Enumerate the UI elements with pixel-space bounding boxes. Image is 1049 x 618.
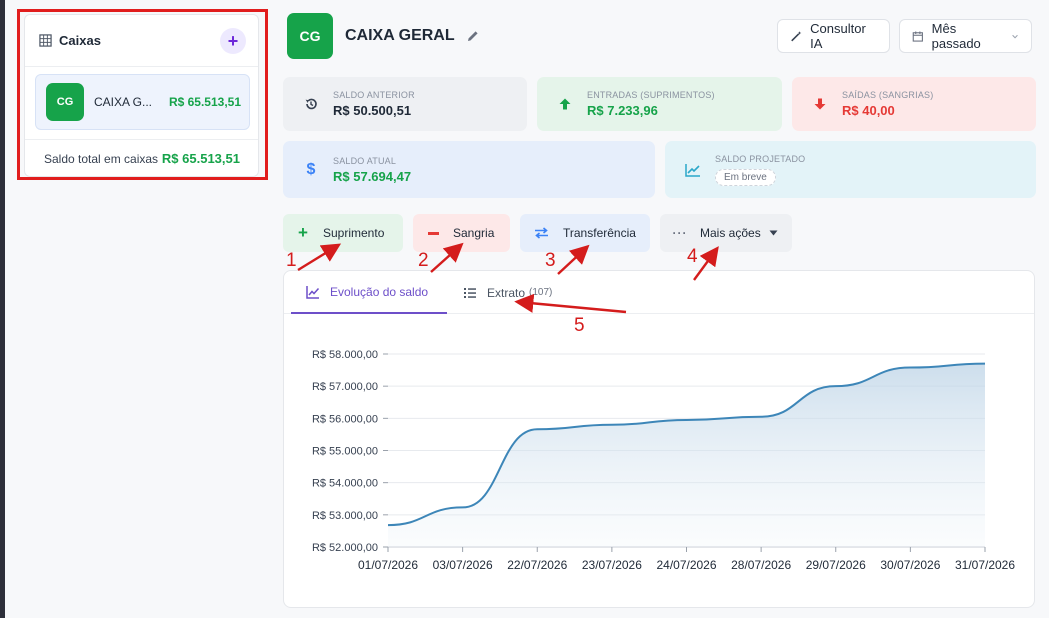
sidebar: Caixas + CG CAIXA G... R$ 65.513,51 Sald… xyxy=(5,0,270,618)
caret-down-icon xyxy=(769,230,778,236)
saldo-projetado-card: SALDO PROJETADO Em breve xyxy=(665,141,1036,198)
saldo-atual-label: SALDO ATUAL xyxy=(333,155,397,166)
magic-wand-icon xyxy=(791,30,802,41)
trend-chart-icon xyxy=(685,162,701,178)
entradas-value: R$ 7.233,96 xyxy=(587,103,658,118)
chart-panel: Evolução do saldo Extrato (107) R$ 52.00… xyxy=(283,270,1035,608)
total-value: R$ 65.513,51 xyxy=(161,151,240,166)
entradas-card: ENTRADAS (SUPRIMENTOS) R$ 7.233,96 xyxy=(537,77,782,131)
saldo-atual-card: $ SALDO ATUAL R$ 57.694,47 xyxy=(283,141,655,198)
history-icon xyxy=(303,96,319,112)
dollar-icon: $ xyxy=(306,160,316,178)
ellipsis-icon: ··· xyxy=(672,226,688,240)
x-tick-label: 28/07/2026 xyxy=(731,558,791,572)
y-tick-label: R$ 54.000,00 xyxy=(312,478,378,490)
list-icon xyxy=(464,287,476,298)
suprimento-label: Suprimento xyxy=(323,226,385,240)
annotation-label: 2 xyxy=(418,250,429,271)
x-tick-label: 24/07/2026 xyxy=(656,558,716,572)
x-tick-label: 22/07/2026 xyxy=(507,558,567,572)
tab-evolucao-label: Evolução do saldo xyxy=(330,284,429,299)
transferencia-label: Transferência xyxy=(563,226,636,240)
y-tick-label: R$ 53.000,00 xyxy=(312,510,378,522)
y-tick-label: R$ 56.000,00 xyxy=(312,413,378,425)
period-label: Mês passado xyxy=(931,21,981,51)
annotation-label: 3 xyxy=(545,250,556,271)
caixas-card: Caixas + CG CAIXA G... R$ 65.513,51 Sald… xyxy=(24,14,259,177)
saidas-label: SAÍDAS (SANGRIAS) xyxy=(842,90,934,100)
saidas-value: R$ 40,00 xyxy=(842,103,895,118)
sangria-button[interactable]: Sangria xyxy=(413,214,510,252)
grid-icon xyxy=(39,34,52,47)
saldo-projetado-label: SALDO PROJETADO xyxy=(715,153,806,164)
caixas-header: Caixas + xyxy=(25,15,258,67)
transferencia-button[interactable]: Transferência xyxy=(520,214,650,252)
mais-acoes-button[interactable]: ··· Mais ações xyxy=(660,214,792,252)
consultor-ia-label: Consultor IA xyxy=(810,21,866,51)
minus-icon xyxy=(427,231,439,235)
calendar-icon xyxy=(912,31,923,42)
arrow-down-icon xyxy=(812,96,828,112)
series-area xyxy=(388,363,985,547)
caixa-avatar: CG xyxy=(46,83,84,121)
add-caixa-button[interactable]: + xyxy=(220,27,246,54)
suprimento-button[interactable]: + Suprimento xyxy=(283,214,403,252)
period-select[interactable]: Mês passado xyxy=(899,19,1032,53)
x-tick-label: 23/07/2026 xyxy=(582,558,642,572)
total-row: Saldo total em caixas R$ 65.513,51 xyxy=(25,139,258,177)
annotation-label: 4 xyxy=(687,246,698,267)
saldo-atual-value: R$ 57.694,47 xyxy=(333,168,412,184)
y-tick-label: R$ 55.000,00 xyxy=(312,446,378,458)
consultor-ia-button[interactable]: Consultor IA xyxy=(777,19,890,53)
caixa-list-item[interactable]: CG CAIXA G... R$ 65.513,51 xyxy=(35,74,250,130)
x-tick-label: 01/07/2026 xyxy=(358,558,418,572)
tab-extrato-count: (107) xyxy=(529,287,553,298)
saidas-card: SAÍDAS (SANGRIAS) R$ 40,00 xyxy=(792,77,1036,131)
tab-bar: Evolução do saldo Extrato (107) xyxy=(284,271,1034,314)
caixas-title: Caixas xyxy=(59,33,101,48)
annotation-label: 5 xyxy=(574,315,585,336)
saldo-anterior-card: SALDO ANTERIOR R$ 50.500,51 xyxy=(283,77,527,131)
tab-evolucao-saldo[interactable]: Evolução do saldo xyxy=(291,271,447,314)
x-tick-label: 03/07/2026 xyxy=(433,558,493,572)
em-breve-badge: Em breve xyxy=(715,168,776,186)
x-tick-label: 30/07/2026 xyxy=(880,558,940,572)
balance-chart: R$ 52.000,00 R$ 53.000,00 R$ 54.000,00 R$ 5… xyxy=(312,349,1015,572)
arrow-up-icon xyxy=(557,96,573,112)
pencil-icon[interactable] xyxy=(466,29,480,43)
header-avatar: CG xyxy=(287,13,333,59)
sangria-label: Sangria xyxy=(453,226,495,240)
caixa-name: CAIXA G... xyxy=(94,95,153,109)
tab-extrato-label: Extrato xyxy=(487,285,526,300)
tab-extrato[interactable]: Extrato (107) xyxy=(463,271,573,314)
x-tick-label: 29/07/2026 xyxy=(806,558,866,572)
caixa-balance: R$ 65.513,51 xyxy=(168,95,241,109)
y-tick-label: R$ 52.000,00 xyxy=(312,542,378,554)
line-chart-icon xyxy=(306,285,320,299)
y-tick-label: R$ 58.000,00 xyxy=(312,349,378,361)
page-title: CAIXA GERAL xyxy=(345,27,455,44)
annotation-label: 1 xyxy=(286,250,297,271)
total-label: Saldo total em caixas xyxy=(44,151,159,166)
saldo-anterior-value: R$ 50.500,51 xyxy=(333,103,412,118)
saldo-anterior-label: SALDO ANTERIOR xyxy=(333,90,415,100)
chevron-down-icon xyxy=(1012,34,1018,38)
plus-icon: + xyxy=(298,223,308,242)
exchange-icon xyxy=(534,227,549,239)
entradas-label: ENTRADAS (SUPRIMENTOS) xyxy=(587,90,715,100)
mais-acoes-label: Mais ações xyxy=(700,226,761,240)
y-tick-label: R$ 57.000,00 xyxy=(312,381,378,393)
x-tick-label: 31/07/2026 xyxy=(955,558,1015,572)
